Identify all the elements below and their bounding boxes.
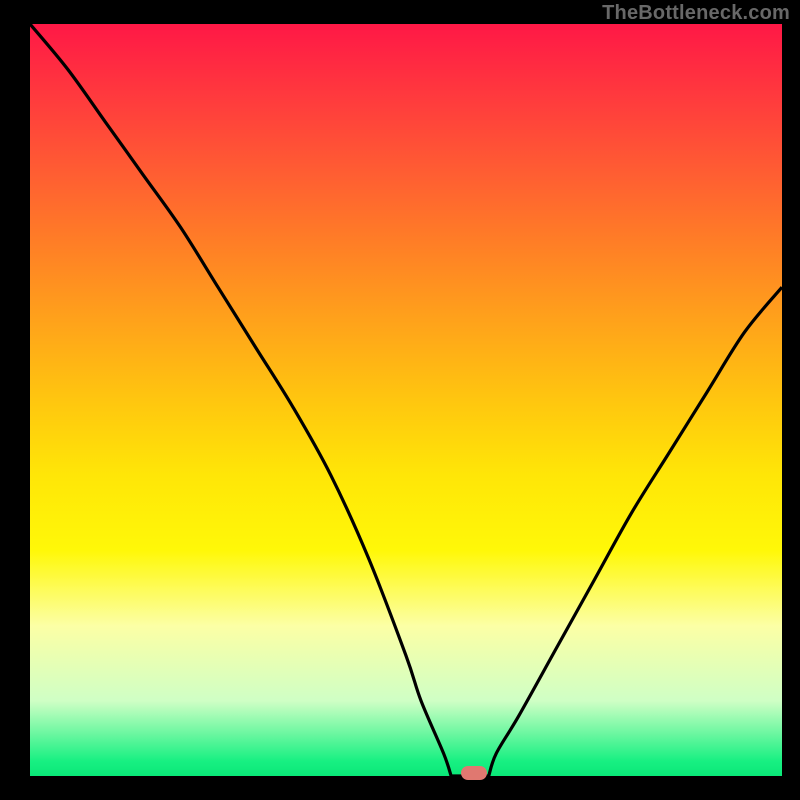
watermark-text: TheBottleneck.com (602, 2, 790, 25)
plot-area (30, 24, 782, 776)
minimum-marker (461, 766, 487, 780)
chart-frame: TheBottleneck.com (0, 0, 800, 800)
bottleneck-curve (30, 24, 782, 776)
